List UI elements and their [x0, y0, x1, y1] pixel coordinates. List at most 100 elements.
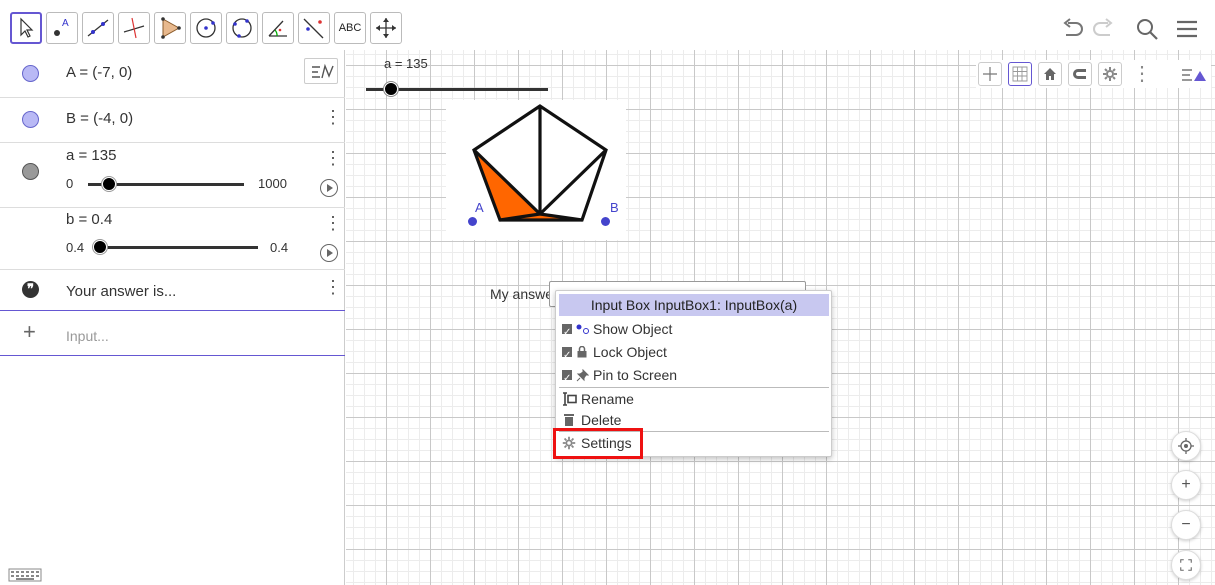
graphics-settings-button[interactable] [1098, 62, 1122, 86]
main-menu-button[interactable] [1172, 14, 1202, 44]
circle-center-tool-button[interactable] [190, 12, 222, 44]
circle-three-points-tool-button[interactable] [226, 12, 258, 44]
point-capturing-button[interactable] [1068, 62, 1092, 86]
reflect-tool-button[interactable] [298, 12, 330, 44]
menu-item-label: Pin to Screen [593, 367, 678, 383]
checkbox-checked-icon[interactable] [562, 368, 572, 390]
settings-highlight-box [553, 428, 643, 459]
algebra-row-text: a = 135 [66, 147, 117, 164]
graphics-style-bar: ⋮ [976, 60, 1211, 88]
perpendicular-tool-button[interactable] [118, 12, 150, 44]
slider-track[interactable] [100, 246, 258, 249]
text-tool-button[interactable]: ABC [334, 12, 366, 44]
move-tool-button[interactable] [10, 12, 42, 44]
trash-icon [564, 414, 574, 426]
algebra-row-text-object[interactable]: ❞ Your answer is... ⋮ [0, 270, 345, 311]
menu-item-lock-object[interactable]: Lock Object [559, 341, 829, 367]
polygon-icon [161, 17, 181, 39]
visibility-marble[interactable] [22, 163, 39, 180]
menu-item-label: Show Object [593, 321, 673, 337]
algebra-row-point-a[interactable]: A = (-7, 0) [0, 50, 345, 98]
recenter-icon [1178, 438, 1194, 454]
menu-item-pin-to-screen[interactable]: Pin to Screen [559, 364, 829, 390]
pin-icon [576, 369, 589, 382]
slider-min-label: 0 [66, 176, 74, 191]
search-button[interactable] [1132, 14, 1162, 44]
algebra-row-text: A = (-7, 0) [66, 64, 133, 81]
quote-icon[interactable]: ❞ [22, 281, 39, 298]
cursor-arrow-icon [20, 17, 34, 38]
toggle-axes-button[interactable] [978, 62, 1002, 86]
context-menu-title: Input Box InputBox1: InputBox(a) [559, 294, 829, 316]
settings-icon [1103, 67, 1117, 81]
circle-three-points-icon [232, 18, 252, 38]
standard-view-button[interactable] [1038, 62, 1062, 86]
fullscreen-icon [1180, 559, 1192, 571]
zoom-in-button[interactable]: + [1171, 470, 1201, 500]
move-arrows-icon [376, 18, 396, 38]
recenter-button[interactable] [1171, 431, 1201, 461]
algebra-description-toggle[interactable] [304, 58, 338, 84]
more-icon[interactable]: ⋮ [1132, 62, 1152, 86]
menu-item-label: Lock Object [593, 344, 667, 360]
circle-center-point-icon [196, 18, 216, 38]
slider-max-label: 1000 [258, 176, 287, 191]
algebra-row-text: B = (-4, 0) [66, 110, 134, 127]
zoom-out-button[interactable]: − [1171, 510, 1201, 540]
algebra-row-point-b[interactable]: B = (-4, 0) ⋮ [0, 98, 345, 143]
algebra-input-field[interactable]: Input... [66, 328, 109, 344]
zoom-in-icon: + [1181, 476, 1191, 493]
visibility-marble[interactable] [22, 111, 39, 128]
angle-tool-button[interactable] [262, 12, 294, 44]
slider-min-label: 0.4 [66, 240, 85, 255]
move-graphics-tool-button[interactable] [370, 12, 402, 44]
toggle-grid-button[interactable] [1008, 62, 1032, 86]
algebra-description-icon [312, 63, 334, 79]
slider-knob[interactable] [102, 177, 117, 191]
menu-item-show-object[interactable]: Show Object [559, 318, 829, 344]
play-icon[interactable] [320, 244, 338, 262]
graphics-slider-knob[interactable] [383, 82, 398, 96]
checkbox-checked-icon[interactable] [562, 345, 572, 367]
home-icon [1044, 68, 1056, 80]
text-tool-label: ABC [338, 22, 362, 34]
algebra-input-row[interactable]: + Input... [0, 311, 345, 356]
magnet-icon [1073, 69, 1086, 79]
visibility-marble[interactable] [22, 65, 39, 82]
menu-icon [1177, 20, 1197, 38]
undo-icon [1063, 18, 1083, 36]
toggle-style-bar-icon [1182, 69, 1206, 81]
redo-button[interactable] [1088, 14, 1118, 44]
point-icon: A [54, 18, 69, 36]
rename-icon [563, 392, 577, 406]
more-options-icon[interactable]: ⋮ [324, 214, 342, 232]
point-tool-button[interactable]: A [46, 12, 78, 44]
more-options-icon[interactable]: ⋮ [324, 108, 342, 126]
show-object-icon [576, 324, 589, 334]
slider-knob[interactable] [93, 240, 107, 254]
more-options-icon[interactable]: ⋮ [324, 278, 342, 296]
graphics-slider-label: a = 135 [384, 56, 428, 71]
point-b[interactable] [601, 217, 610, 226]
keyboard-icon[interactable] [8, 568, 42, 582]
algebra-view: A = (-7, 0) B = (-4, 0) ⋮ a = 135 0 1000… [0, 50, 345, 585]
toggle-style-bar-button[interactable] [1180, 64, 1208, 86]
line-icon [87, 19, 109, 37]
point-a[interactable] [468, 217, 477, 226]
reflect-line-icon [303, 18, 324, 39]
checkbox-checked-icon[interactable] [562, 322, 572, 344]
algebra-row-slider-a[interactable]: a = 135 0 1000 ⋮ [0, 143, 345, 208]
algebra-row-slider-b[interactable]: b = 0.4 0.4 0.4 ⋮ [0, 208, 345, 270]
menu-item-rename[interactable]: Rename [559, 388, 829, 410]
line-tool-button[interactable] [82, 12, 114, 44]
undo-button[interactable] [1058, 14, 1088, 44]
fullscreen-button[interactable] [1171, 550, 1201, 580]
grid-icon [1012, 66, 1028, 82]
plus-icon[interactable]: + [23, 319, 36, 345]
more-options-icon[interactable]: ⋮ [324, 149, 342, 167]
menu-item-label: Rename [581, 391, 634, 407]
polygon-tool-button[interactable] [154, 12, 186, 44]
play-icon[interactable] [320, 179, 338, 197]
point-b-label: B [610, 200, 619, 215]
slider-max-label: 0.4 [270, 240, 289, 255]
